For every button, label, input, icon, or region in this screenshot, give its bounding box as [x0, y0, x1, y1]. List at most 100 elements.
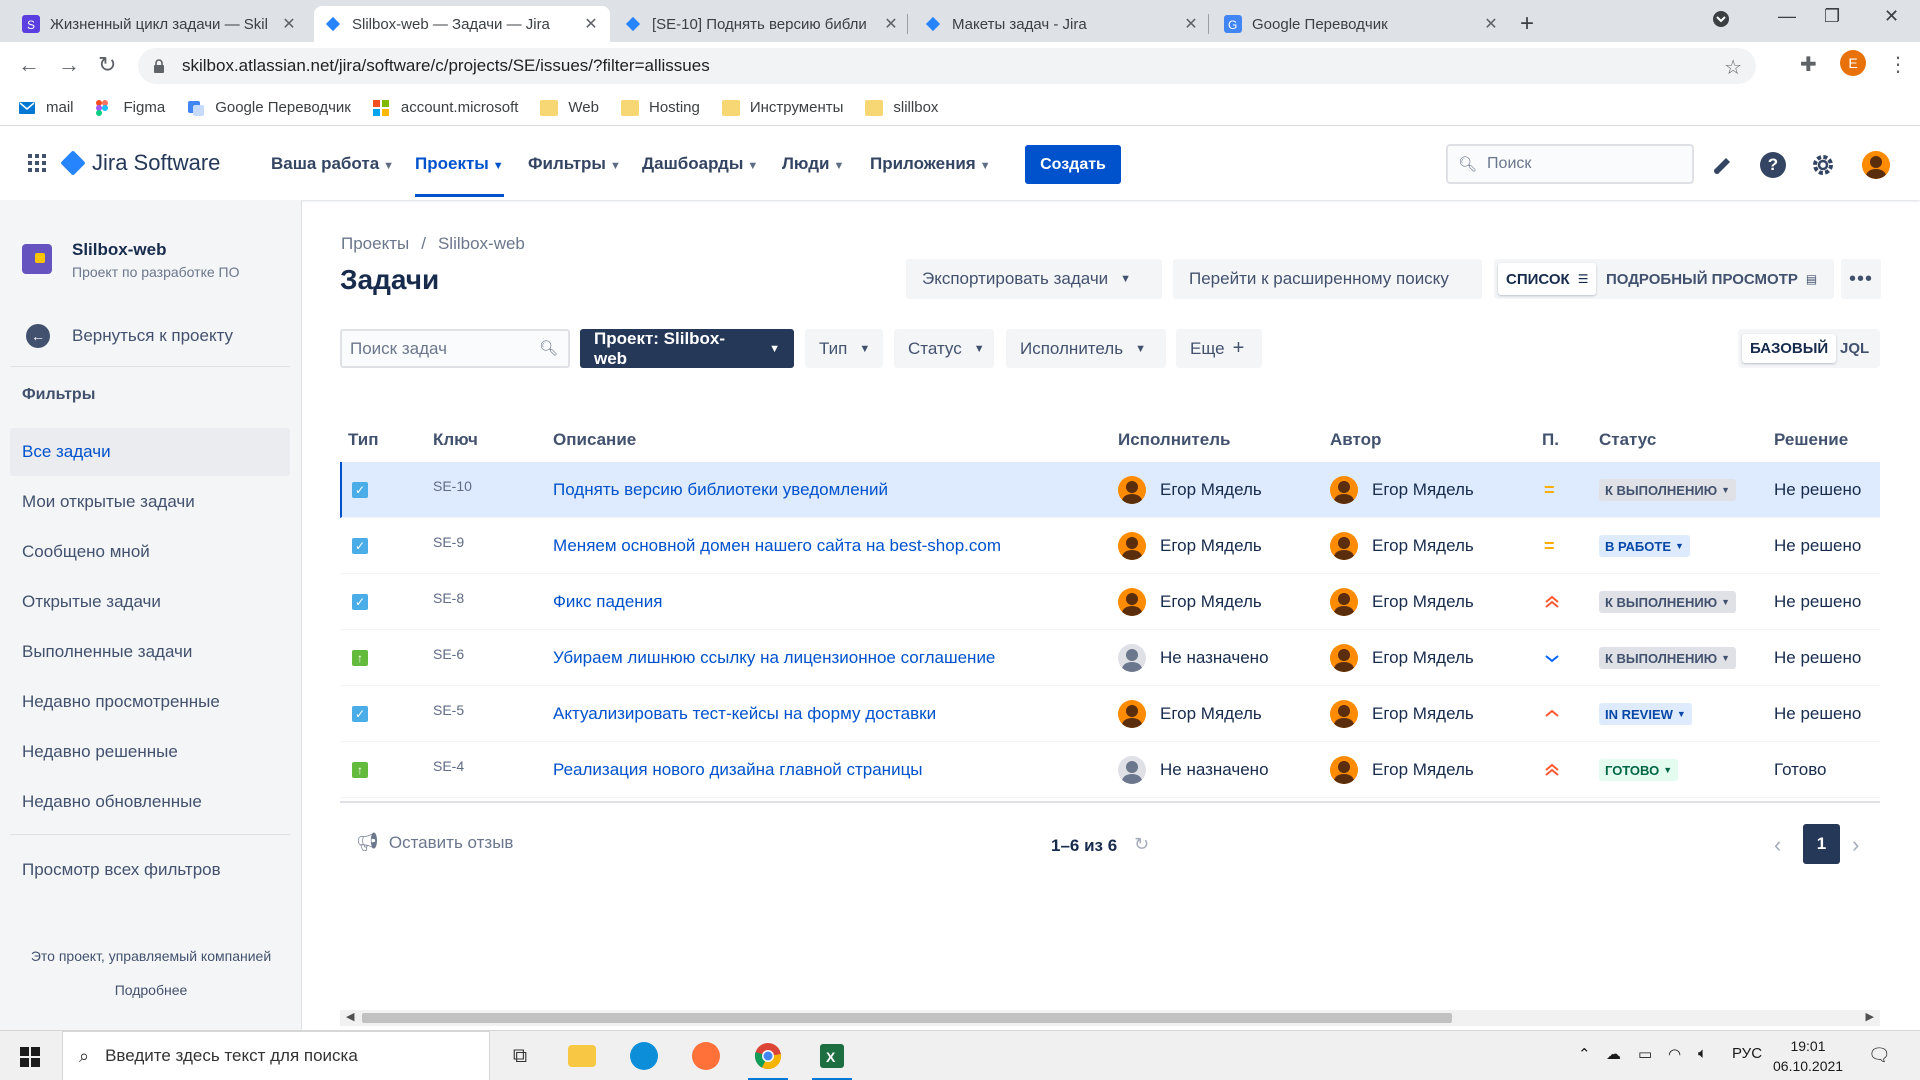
volume-icon[interactable]: 🔈︎	[1698, 1045, 1707, 1062]
assignee-filter-button[interactable]: Исполнитель ▼	[1006, 329, 1166, 368]
global-search-input[interactable]: 🔍︎ Поиск	[1446, 144, 1694, 184]
column-key[interactable]: Ключ	[433, 430, 478, 450]
learn-more-link[interactable]: Подробнее	[0, 982, 302, 998]
restore-icon[interactable]: ❐	[1824, 6, 1840, 27]
bookmark-folder-web[interactable]: Web	[540, 99, 599, 116]
basic-mode-button[interactable]: БАЗОВЫЙ	[1742, 334, 1837, 363]
chrome-icon[interactable]	[742, 1031, 794, 1080]
bookmark-microsoft[interactable]: account.microsoft	[372, 99, 518, 116]
reporter-cell[interactable]: Егор Мядель	[1330, 574, 1474, 630]
refresh-icon[interactable]: ↻	[1134, 834, 1149, 855]
status-cell[interactable]: К ВЫПОЛНЕНИЮ ▼	[1599, 574, 1737, 630]
reload-icon[interactable]: ↻	[98, 52, 116, 78]
more-actions-icon[interactable]: •••	[1841, 259, 1881, 299]
column-summary[interactable]: Описание	[553, 430, 636, 450]
column-priority[interactable]: П.	[1542, 430, 1559, 450]
export-issues-button[interactable]: Экспортировать задачи ▼	[906, 259, 1162, 299]
sidebar-item-open[interactable]: Открытые задачи	[10, 578, 290, 626]
url-bar[interactable]: skilbox.atlassian.net/jira/software/c/pr…	[138, 48, 1756, 84]
status-cell[interactable]: ГОТОВО ▼	[1599, 742, 1679, 798]
issue-summary-link[interactable]: Фикс падения	[553, 574, 662, 630]
column-assignee[interactable]: Исполнитель	[1118, 430, 1230, 450]
issue-summary-link[interactable]: Реализация нового дизайна главной страни…	[553, 742, 923, 798]
issue-key[interactable]: SE-9	[433, 514, 464, 570]
battery-icon[interactable]: ▭	[1638, 1045, 1652, 1063]
wifi-icon[interactable]: ◠	[1668, 1045, 1681, 1063]
status-cell[interactable]: IN REVIEW ▼	[1599, 686, 1692, 742]
advanced-search-button[interactable]: Перейти к расширенному поиску	[1173, 259, 1482, 299]
assignee-cell[interactable]: Егор Мядель	[1118, 462, 1262, 518]
bookmark-mail[interactable]: mail	[18, 99, 74, 116]
sidebar-item-recently-updated[interactable]: Недавно обновленные	[10, 778, 290, 826]
status-filter-button[interactable]: Статус ▼	[894, 329, 994, 368]
jira-logo[interactable]: Jira Software	[60, 150, 220, 176]
table-row[interactable]: ✓ SE-8 Фикс падения Егор Мядель Егор Мяд…	[340, 574, 1880, 630]
reporter-cell[interactable]: Егор Мядель	[1330, 686, 1474, 742]
reporter-cell[interactable]: Егор Мядель	[1330, 630, 1474, 686]
issue-summary-link[interactable]: Актуализировать тест-кейсы на форму дост…	[553, 686, 936, 742]
issue-key[interactable]: SE-6	[433, 626, 464, 682]
project-filter-button[interactable]: Проект: Slilbox-web ▼	[580, 329, 794, 368]
scroll-right-icon[interactable]: ▶	[1866, 1010, 1874, 1023]
issue-summary-link[interactable]: Убираем лишнюю ссылку на лицензионное со…	[553, 630, 995, 686]
more-filters-button[interactable]: Еще +	[1176, 329, 1262, 368]
issue-key[interactable]: SE-8	[433, 570, 464, 626]
table-row[interactable]: ✓ SE-10 Поднять версию библиотеки уведом…	[340, 462, 1880, 518]
column-status[interactable]: Статус	[1599, 430, 1656, 450]
nav-your-work[interactable]: Ваша работа ▼	[271, 154, 394, 174]
column-resolution[interactable]: Решение	[1774, 430, 1848, 450]
task-view-icon[interactable]: ⧉	[494, 1031, 546, 1080]
breadcrumb-projects[interactable]: Проекты	[341, 234, 409, 253]
create-button[interactable]: Создать	[1025, 145, 1121, 184]
back-arrow-icon[interactable]: ←	[18, 52, 40, 78]
horizontal-scrollbar[interactable]: ◀ ▶	[340, 1010, 1880, 1026]
sidebar-item-reported-by-me[interactable]: Сообщено мной	[10, 528, 290, 576]
nav-dashboards[interactable]: Дашбоарды ▼	[642, 154, 758, 174]
close-icon[interactable]: ✕	[1182, 14, 1200, 34]
taskbar-search-input[interactable]: ⌕ Введите здесь текст для поиска	[62, 1031, 490, 1080]
sidebar-item-all-issues[interactable]: Все задачи	[10, 428, 290, 476]
issue-key[interactable]: SE-5	[433, 682, 464, 738]
browser-tab[interactable]: [SE-10] Поднять версию библи ✕	[614, 6, 910, 42]
reporter-cell[interactable]: Егор Мядель	[1330, 742, 1474, 798]
sidebar-item-recently-resolved[interactable]: Недавно решенные	[10, 728, 290, 776]
notifications-bell-icon[interactable]	[1710, 152, 1736, 178]
issue-key[interactable]: SE-10	[433, 458, 472, 514]
notifications-icon[interactable]: 🗨︎	[1868, 1045, 1891, 1066]
browser-tab[interactable]: S Жизненный цикл задачи — Skil ✕	[12, 6, 308, 42]
status-cell[interactable]: В РАБОТЕ ▼	[1599, 518, 1690, 574]
new-tab-plus-icon[interactable]: +	[1520, 10, 1534, 38]
sidebar-item-recently-viewed[interactable]: Недавно просмотренные	[10, 678, 290, 726]
excel-icon[interactable]: X	[806, 1031, 858, 1080]
column-reporter[interactable]: Автор	[1330, 430, 1381, 450]
column-type[interactable]: Тип	[348, 430, 378, 450]
nav-apps[interactable]: Приложения ▼	[870, 154, 991, 174]
give-feedback-button[interactable]: 📢︎ Оставить отзыв	[356, 832, 513, 853]
table-row[interactable]: ↑ SE-6 Убираем лишнюю ссылку на лицензио…	[340, 630, 1880, 686]
page-number-button[interactable]: 1	[1803, 824, 1840, 864]
type-filter-button[interactable]: Тип ▼	[805, 329, 883, 368]
assignee-cell[interactable]: Не назначено	[1118, 742, 1269, 798]
bookmark-translate[interactable]: Google Переводчик	[187, 99, 351, 116]
view-all-filters-link[interactable]: Просмотр всех фильтров	[10, 846, 290, 894]
close-window-icon[interactable]: ✕	[1884, 6, 1899, 27]
close-icon[interactable]: ✕	[882, 14, 900, 34]
forward-arrow-icon[interactable]: →	[58, 52, 80, 78]
previous-page-icon[interactable]: ‹	[1774, 832, 1781, 858]
back-to-project-link[interactable]: ← Вернуться к проекту	[26, 324, 233, 348]
scroll-left-icon[interactable]: ◀	[346, 1010, 354, 1023]
issue-search-input[interactable]: Поиск задач 🔍︎	[340, 329, 570, 368]
windows-start-icon[interactable]	[20, 1047, 40, 1067]
onedrive-cloud-icon[interactable]: ☁	[1606, 1045, 1621, 1063]
scrollbar-thumb[interactable]	[362, 1013, 1452, 1023]
table-row[interactable]: ↑ SE-4 Реализация нового дизайна главной…	[340, 742, 1880, 798]
assignee-cell[interactable]: Егор Мядель	[1118, 518, 1262, 574]
tab-search-icon[interactable]	[1712, 10, 1730, 33]
bookmark-folder-tools[interactable]: Инструменты	[721, 99, 843, 116]
breadcrumb-project[interactable]: Slilbox-web	[438, 234, 525, 253]
issue-summary-link[interactable]: Поднять версию библиотеки уведомлений	[553, 462, 888, 518]
assignee-cell[interactable]: Егор Мядель	[1118, 574, 1262, 630]
assignee-cell[interactable]: Егор Мядель	[1118, 686, 1262, 742]
edge-icon[interactable]	[618, 1031, 670, 1080]
reporter-cell[interactable]: Егор Мядель	[1330, 462, 1474, 518]
